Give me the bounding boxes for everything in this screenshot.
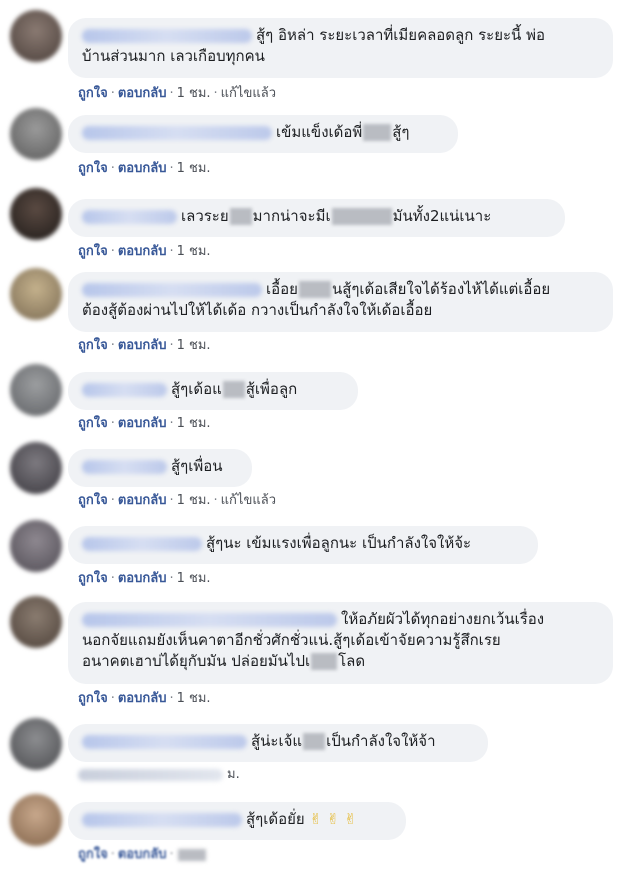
author-name[interactable] bbox=[82, 382, 167, 397]
comment-text: สู้น่ะเจ้แ bbox=[251, 732, 303, 750]
comment-text: เลวระย bbox=[181, 207, 229, 225]
comment-bubble: ให้อภัยผัวได้ทุกอย่างยกเว้นเรื่อง นอกจัย… bbox=[68, 602, 613, 684]
like-link[interactable]: ถูกใจ bbox=[78, 338, 108, 353]
timestamp[interactable]: 1 ชม. bbox=[177, 338, 211, 353]
comment-text: เข้มแข็งเด้อพี่ bbox=[276, 123, 363, 141]
reply-link[interactable]: ตอบกลับ bbox=[118, 161, 167, 176]
avatar[interactable] bbox=[10, 108, 62, 160]
timestamp[interactable]: 1 ชม. bbox=[177, 86, 211, 101]
reply-link[interactable]: ตอบกลับ bbox=[118, 691, 167, 706]
comment-text: เอื้อย bbox=[266, 280, 298, 298]
timestamp[interactable]: 1 ชม. bbox=[177, 691, 211, 706]
reply-link[interactable]: ตอบกลับ bbox=[118, 571, 167, 586]
comment-text-line2: ต้องสู้ต้องผ่านไปให้ได้เด้อ กวางเป็นกำลั… bbox=[82, 301, 433, 319]
comment-actions: ถูกใจ · ตอบกลับ · 1 ชม. · แก้ไขแล้ว bbox=[78, 493, 276, 508]
censor-block bbox=[311, 653, 338, 670]
comment-text-line3: อนาคตเฮาบ่ได้ยุกับมัน ปล่อยมันไปเ bbox=[82, 652, 311, 670]
timestamp[interactable]: ม. bbox=[227, 767, 240, 782]
censor-block bbox=[229, 208, 252, 225]
like-link[interactable]: ถูกใจ bbox=[78, 86, 108, 101]
comment-bubble: สู้ๆเด้อแ สู้เพื่อลูก bbox=[68, 372, 358, 410]
avatar[interactable] bbox=[10, 718, 62, 770]
comment-text: ให้อภัยผัวได้ทุกอย่างยกเว้นเรื่อง bbox=[341, 610, 545, 628]
comment-actions: ถูกใจ · ตอบกลับ · bbox=[78, 846, 207, 864]
comment-actions: ถูกใจ · ตอบกลับ · 1 ชม. bbox=[78, 571, 211, 586]
avatar[interactable] bbox=[10, 364, 62, 416]
author-name[interactable] bbox=[82, 812, 242, 827]
comment-actions: ถูกใจ · ตอบกลับ · 1 ชม. bbox=[78, 416, 211, 431]
reply-link[interactable]: ตอบกลับ bbox=[118, 847, 167, 862]
like-link[interactable]: ถูกใจ bbox=[78, 691, 108, 706]
avatar[interactable] bbox=[10, 794, 62, 846]
comment-text: สู้ๆเด้อแ bbox=[171, 380, 222, 398]
censor-block bbox=[298, 281, 331, 298]
avatar[interactable] bbox=[10, 188, 62, 240]
like-link[interactable]: ถูกใจ bbox=[78, 416, 108, 431]
reply-link[interactable]: ตอบกลับ bbox=[118, 338, 167, 353]
author-name[interactable] bbox=[82, 125, 272, 140]
comment-actions: ถูกใจ · ตอบกลับ · 1 ชม. bbox=[78, 338, 211, 353]
author-name[interactable] bbox=[82, 209, 177, 224]
censor-block bbox=[363, 124, 392, 141]
reply-link[interactable]: ตอบกลับ bbox=[118, 86, 167, 101]
comment-bubble: เอื้อย นสู้ๆเด้อเสียใจได้ร้องไห้ได้แต่เอื… bbox=[68, 272, 613, 332]
blurred-actions bbox=[78, 768, 223, 781]
censor-block bbox=[222, 381, 245, 398]
author-name[interactable] bbox=[82, 282, 262, 297]
like-link[interactable]: ถูกใจ bbox=[78, 571, 108, 586]
comment-text: สู้ๆนะ เข้มแรงเพื่อลูกนะ เป็นกำลังใจให้จ… bbox=[206, 534, 472, 552]
like-link[interactable]: ถูกใจ bbox=[78, 847, 108, 862]
reply-link[interactable]: ตอบกลับ bbox=[118, 244, 167, 259]
author-name[interactable] bbox=[82, 612, 337, 627]
timestamp[interactable]: 1 ชม. bbox=[177, 161, 211, 176]
comment-bubble: เข้มแข็งเด้อพี่ สู้ๆ bbox=[68, 115, 458, 153]
avatar[interactable] bbox=[10, 268, 62, 320]
timestamp[interactable]: 1 ชม. bbox=[177, 571, 211, 586]
author-name[interactable] bbox=[82, 28, 252, 43]
comment-text: สู้ๆเด้อยั่ย bbox=[246, 810, 305, 828]
reply-link[interactable]: ตอบกลับ bbox=[118, 416, 167, 431]
edited-label: แก้ไขแล้ว bbox=[220, 86, 276, 101]
timestamp[interactable]: 1 ชม. bbox=[177, 244, 211, 259]
comment-actions: ถูกใจ · ตอบกลับ · 1 ชม. · แก้ไขแล้ว bbox=[78, 86, 276, 101]
avatar[interactable] bbox=[10, 442, 62, 494]
comment-bubble: เลวระย มากน่าจะมีเ มันทั้ง2แน่เนาะ bbox=[68, 199, 565, 237]
avatar[interactable] bbox=[10, 596, 62, 648]
timestamp[interactable]: 1 ชม. bbox=[177, 493, 211, 508]
comment-text-line2: นอกจัยแถมยังเห็นคาตาอีกชั่วศักชั่วแน่.สู… bbox=[82, 631, 501, 649]
comment-bubble: สู้ๆ อิหล่า ระยะเวลาที่เมียคลอดลูก ระยะน… bbox=[68, 18, 613, 78]
like-link[interactable]: ถูกใจ bbox=[78, 161, 108, 176]
author-name[interactable] bbox=[82, 734, 247, 749]
author-name[interactable] bbox=[82, 536, 202, 551]
comment-text: สู้ๆ อิหล่า ระยะเวลาที่เมียคลอดลูก ระยะน… bbox=[256, 26, 545, 44]
comment-bubble: สู้ๆเพื่อน bbox=[68, 449, 252, 487]
comment-actions: ถูกใจ · ตอบกลับ · 1 ชม. bbox=[78, 161, 211, 176]
comment-bubble: สู้น่ะเจ้แ เป็นกำลังใจให้จ้า bbox=[68, 724, 488, 762]
comment-actions: ถูกใจ · ตอบกลับ · 1 ชม. bbox=[78, 691, 211, 706]
comment-bubble: สู้ๆเด้อยั่ย ✌ ✌ ✌ bbox=[68, 802, 406, 840]
reply-link[interactable]: ตอบกลับ bbox=[118, 493, 167, 508]
censor-block bbox=[331, 208, 392, 225]
avatar[interactable] bbox=[10, 10, 62, 62]
edited-label: แก้ไขแล้ว bbox=[220, 493, 276, 508]
comment-text-line2: บ้านส่วนมาก เลวเกือบทุกคน bbox=[82, 47, 265, 65]
censor-block bbox=[303, 733, 326, 750]
timestamp[interactable]: 1 ชม. bbox=[177, 416, 211, 431]
author-name[interactable] bbox=[82, 459, 167, 474]
comment-bubble: สู้ๆนะ เข้มแรงเพื่อลูกนะ เป็นกำลังใจให้จ… bbox=[68, 526, 538, 564]
comment-actions: ม. bbox=[78, 766, 240, 784]
victory-hand-icon: ✌ ✌ ✌ bbox=[309, 810, 357, 828]
avatar[interactable] bbox=[10, 520, 62, 572]
censor-block bbox=[177, 848, 206, 861]
comment-actions: ถูกใจ · ตอบกลับ · 1 ชม. bbox=[78, 244, 211, 259]
like-link[interactable]: ถูกใจ bbox=[78, 244, 108, 259]
comment-text: สู้ๆเพื่อน bbox=[171, 457, 223, 475]
like-link[interactable]: ถูกใจ bbox=[78, 493, 108, 508]
